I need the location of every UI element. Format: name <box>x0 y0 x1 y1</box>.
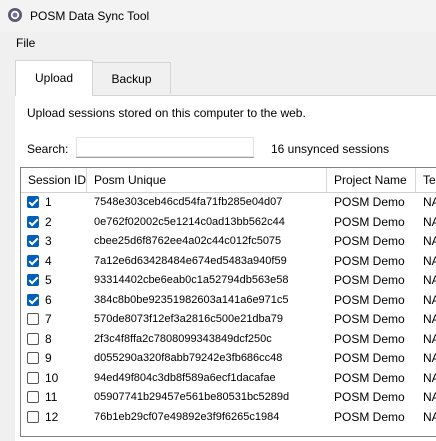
menu-file[interactable]: File <box>16 36 35 50</box>
template-cell: NASS <box>423 292 436 307</box>
row-checkbox[interactable] <box>27 293 39 306</box>
column-header-session-id[interactable]: Session ID <box>21 168 87 192</box>
table-row[interactable]: 4 7a12e6d63428484e674ed5483a940f59 POSM De… <box>21 252 436 271</box>
menu-bar: File <box>0 32 436 54</box>
table-row[interactable]: 8 2f3c4f8ffa2c7808099343849dcf250c POSM De… <box>21 330 436 349</box>
tab-upload[interactable]: Upload <box>15 60 93 96</box>
table-row[interactable]: 9 d055290a320f8abb79242e3fb686cc48 POSM De… <box>21 349 436 368</box>
project-name-cell: POSM Demo <box>334 331 405 346</box>
posm-unique-cell: 93314402cbe6eab0c1a52794db563e58 <box>94 274 289 286</box>
session-id-cell: 11 <box>45 390 58 404</box>
template-cell: NASS <box>423 370 436 385</box>
project-name-cell: POSM Demo <box>334 253 405 268</box>
row-checkbox[interactable] <box>27 215 39 228</box>
title-bar: POSM Data Sync Tool <box>0 0 436 32</box>
posm-unique-cell: cbee25d6f8762ee4a02c44c012fc5075 <box>94 235 282 247</box>
session-id-cell: 8 <box>45 331 52 346</box>
tab-backup[interactable]: Backup <box>93 62 171 94</box>
posm-unique-cell: 0e762f02002c5e1214c0ad13bb562c44 <box>94 215 285 228</box>
session-id-cell: 1 <box>45 195 52 209</box>
column-header-project-name[interactable]: Project Name <box>327 168 416 192</box>
table-row[interactable]: 11 05907741b29457e561be80531bc5289d POSM D… <box>21 388 436 407</box>
session-id-cell: 5 <box>45 273 52 287</box>
session-id-cell: 6 <box>45 292 52 307</box>
posm-unique-cell: 7548e303ceb46cd54fa71fb285e04d07 <box>94 196 283 208</box>
posm-unique-cell: 384c8b0be92351982603a141a6e971c5 <box>94 293 289 306</box>
table-row[interactable]: 1 7548e303ceb46cd54fa71fb285e04d07 POSM De… <box>21 193 436 212</box>
project-name-cell: POSM Demo <box>334 409 405 424</box>
project-name-cell: POSM Demo <box>334 370 405 385</box>
posm-unique-cell: d055290a320f8abb79242e3fb686cc48 <box>94 352 283 364</box>
posm-app-icon <box>8 8 22 22</box>
session-id-cell: 4 <box>45 253 52 268</box>
session-id-cell: 9 <box>45 351 52 365</box>
upload-description: Upload sessions stored on this computer … <box>27 106 306 120</box>
search-input[interactable] <box>76 137 254 158</box>
session-id-cell: 2 <box>45 214 52 229</box>
sessions-table[interactable]: Session ID Posm Unique Project Name Temp… <box>20 167 436 437</box>
row-checkbox[interactable] <box>27 274 39 286</box>
project-name-cell: POSM Demo <box>334 390 405 404</box>
posm-unique-cell: 94ed49f804c3db8f589a6ecf1dacafae <box>94 371 276 384</box>
template-cell: NASS <box>423 409 436 424</box>
template-cell: NASS <box>423 214 436 229</box>
posm-unique-cell: 76b1eb29cf07e49892e3f9f6265c1984 <box>94 410 280 423</box>
search-label: Search: <box>27 142 69 156</box>
posm-unique-cell: 7a12e6d63428484e674ed5483a940f59 <box>94 254 287 267</box>
table-row[interactable]: 3 cbee25d6f8762ee4a02c44c012fc5075 POSM De… <box>21 232 436 251</box>
session-id-cell: 12 <box>45 409 59 424</box>
row-checkbox[interactable] <box>27 254 39 267</box>
row-checkbox[interactable] <box>27 352 39 364</box>
row-checkbox[interactable] <box>27 235 39 247</box>
project-name-cell: POSM Demo <box>334 351 405 365</box>
template-cell: NASS <box>423 390 436 404</box>
window-title: POSM Data Sync Tool <box>30 9 150 23</box>
project-name-cell: POSM Demo <box>334 234 405 248</box>
row-checkbox[interactable] <box>27 410 39 423</box>
session-id-cell: 7 <box>45 312 52 326</box>
table-row[interactable]: 7 570de8073f12ef3a2816c500e21dba79 POSM De… <box>21 310 436 329</box>
project-name-cell: POSM Demo <box>334 273 405 287</box>
row-checkbox[interactable] <box>27 371 39 384</box>
table-row[interactable]: 10 94ed49f804c3db8f589a6ecf1dacafae POSM D… <box>21 369 436 388</box>
row-checkbox[interactable] <box>27 196 39 208</box>
row-checkbox[interactable] <box>27 313 39 325</box>
posm-unique-cell: 2f3c4f8ffa2c7808099343849dcf250c <box>94 332 272 345</box>
column-header-posm-unique[interactable]: Posm Unique <box>87 168 327 192</box>
project-name-cell: POSM Demo <box>334 214 405 229</box>
session-id-cell: 3 <box>45 234 52 248</box>
row-checkbox[interactable] <box>27 332 39 345</box>
table-row[interactable]: 6 384c8b0be92351982603a141a6e971c5 POSM De… <box>21 291 436 310</box>
column-header-template[interactable]: Temp <box>416 168 436 192</box>
template-cell: NASS <box>423 331 436 346</box>
template-cell: NASS <box>423 234 436 248</box>
template-cell: NASS <box>423 312 436 326</box>
template-cell: NASS <box>423 195 436 209</box>
project-name-cell: POSM Demo <box>334 292 405 307</box>
posm-unique-cell: 570de8073f12ef3a2816c500e21dba79 <box>94 313 284 325</box>
row-checkbox[interactable] <box>27 391 39 403</box>
template-cell: NASS <box>423 351 436 365</box>
project-name-cell: POSM Demo <box>334 195 405 209</box>
table-header: Session ID Posm Unique Project Name Temp <box>21 168 436 193</box>
project-name-cell: POSM Demo <box>334 312 405 326</box>
template-cell: NASS <box>423 273 436 287</box>
template-cell: NASS <box>423 253 436 268</box>
table-row[interactable]: 2 0e762f02002c5e1214c0ad13bb562c44 POSM De… <box>21 213 436 232</box>
unsynced-count: 16 unsynced sessions <box>271 142 390 156</box>
session-id-cell: 10 <box>45 370 59 385</box>
table-row[interactable]: 12 76b1eb29cf07e49892e3f9f6265c1984 POSM D… <box>21 408 436 427</box>
table-row[interactable]: 5 93314402cbe6eab0c1a52794db563e58 POSM De… <box>21 271 436 290</box>
posm-unique-cell: 05907741b29457e561be80531bc5289d <box>94 391 290 403</box>
